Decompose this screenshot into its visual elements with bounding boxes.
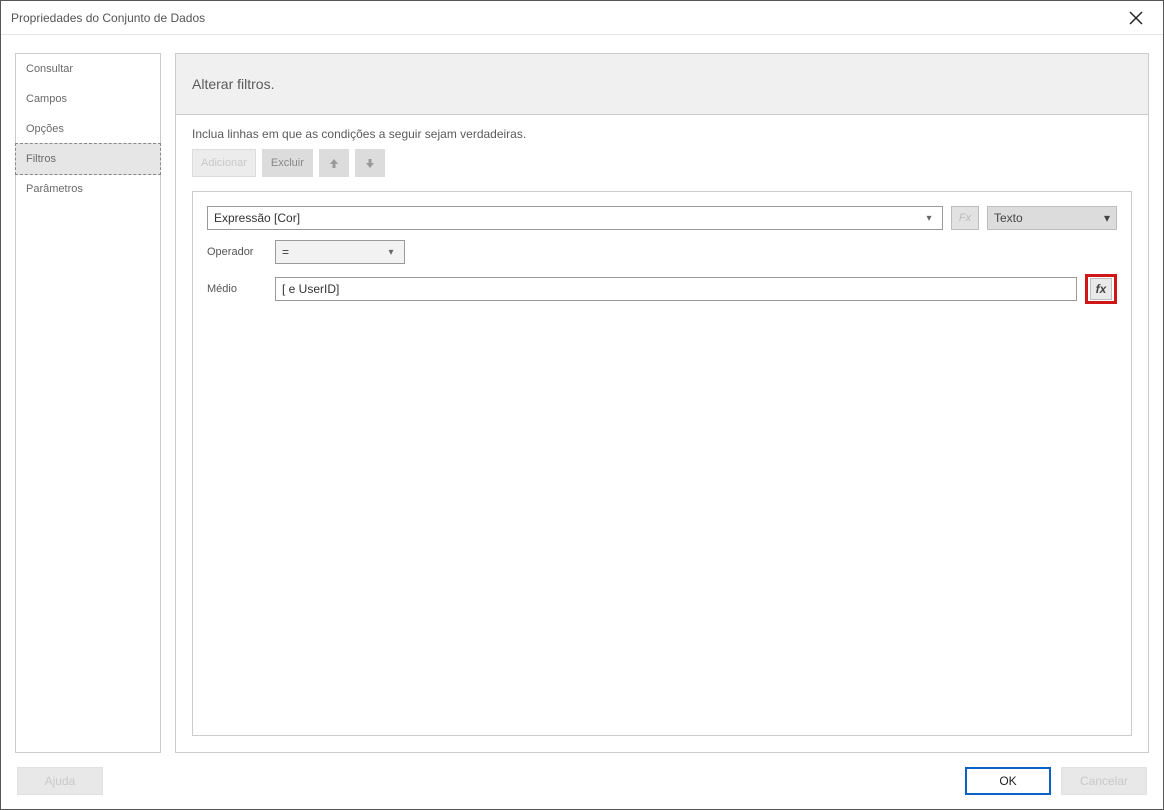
expression-combo[interactable]: Expressão [Cor] ▾ — [207, 206, 943, 230]
datatype-value: Texto — [994, 211, 1104, 225]
move-up-button[interactable] — [319, 149, 349, 177]
filter-toolbar: Adicionar Excluir — [192, 149, 1132, 177]
operator-value: = — [282, 245, 384, 259]
sidebar-item-campos[interactable]: Campos — [16, 84, 160, 114]
operator-row: Operador = ▾ — [207, 240, 1117, 264]
sidebar-item-consultar[interactable]: Consultar — [16, 54, 160, 84]
filters-panel: Expressão [Cor] ▾ Fx Texto ▾ Operador — [192, 191, 1132, 736]
arrow-down-icon — [364, 157, 376, 169]
close-button[interactable] — [1119, 1, 1153, 35]
dialog-body: Consultar Campos Opções Filtros Parâmetr… — [1, 35, 1163, 753]
ok-button[interactable]: OK — [965, 767, 1051, 795]
expression-fx-button[interactable]: Fx — [951, 206, 979, 230]
category-sidebar: Consultar Campos Opções Filtros Parâmetr… — [15, 53, 161, 753]
arrow-up-icon — [328, 157, 340, 169]
expression-row: Expressão [Cor] ▾ Fx Texto ▾ — [207, 206, 1117, 230]
value-text: [ e UserID] — [282, 282, 339, 296]
panel-content: Inclua linhas em que as condições a segu… — [176, 115, 1148, 752]
instruction-text: Inclua linhas em que as condições a segu… — [192, 127, 1132, 141]
value-label: Médio — [207, 283, 267, 295]
window-title: Propriedades do Conjunto de Dados — [11, 11, 1119, 25]
dialog-window: Propriedades do Conjunto de Dados Consul… — [0, 0, 1164, 810]
expression-text: Expressão [Cor] — [214, 211, 922, 225]
datatype-select[interactable]: Texto ▾ — [987, 206, 1117, 230]
delete-button[interactable]: Excluir — [262, 149, 313, 177]
help-button[interactable]: Ajuda — [17, 767, 103, 795]
panel-title: Alterar filtros. — [176, 54, 1148, 115]
add-button[interactable]: Adicionar — [192, 149, 256, 177]
move-down-button[interactable] — [355, 149, 385, 177]
value-row: Médio [ e UserID] fx — [207, 274, 1117, 304]
close-icon — [1129, 11, 1143, 25]
title-bar: Propriedades do Conjunto de Dados — [1, 1, 1163, 35]
sidebar-item-filtros[interactable]: Filtros — [15, 143, 161, 175]
sidebar-item-opcoes[interactable]: Opções — [16, 114, 160, 144]
dialog-footer: Ajuda OK Cancelar — [1, 753, 1163, 809]
chevron-down-icon: ▾ — [1104, 211, 1110, 225]
value-fx-button[interactable]: fx — [1085, 274, 1117, 304]
chevron-down-icon: ▾ — [922, 213, 936, 224]
chevron-down-icon: ▾ — [384, 247, 398, 258]
value-input[interactable]: [ e UserID] — [275, 277, 1077, 301]
sidebar-item-parametros[interactable]: Parâmetros — [16, 174, 160, 204]
operator-select[interactable]: = ▾ — [275, 240, 405, 264]
operator-label: Operador — [207, 246, 267, 258]
fx-icon: fx — [1090, 278, 1112, 300]
cancel-button[interactable]: Cancelar — [1061, 767, 1147, 795]
main-panel: Alterar filtros. Inclua linhas em que as… — [175, 53, 1149, 753]
